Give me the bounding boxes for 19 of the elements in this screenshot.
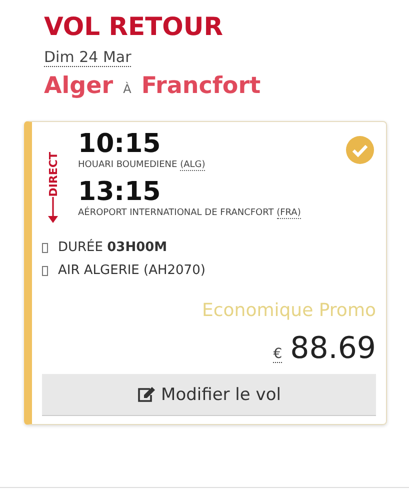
origin-city: Alger bbox=[44, 73, 114, 99]
flight-type-label: DIRECT bbox=[46, 152, 60, 197]
edit-icon bbox=[137, 386, 156, 402]
price: 88.69 bbox=[290, 331, 376, 366]
page-title: VOL RETOUR bbox=[44, 12, 224, 41]
route-connector: À bbox=[123, 82, 132, 96]
flight-detail: DURÉE 03H00M bbox=[58, 240, 168, 255]
arrow-down-icon bbox=[48, 196, 58, 223]
modify-flight-button[interactable]: Modifier le vol bbox=[42, 374, 376, 416]
flight-date: Dim 24 Mar bbox=[44, 49, 132, 67]
arrival-time: 13:15 bbox=[78, 176, 162, 207]
glyph-box-icon bbox=[42, 242, 48, 252]
glyph-box-icon bbox=[42, 266, 48, 276]
destination-city: Francfort bbox=[141, 73, 261, 99]
departure-time: 10:15 bbox=[78, 128, 162, 160]
fare-class: Economique Promo bbox=[202, 300, 376, 321]
arrival-airport: AÉROPORT INTERNATIONAL DE FRANCFORT (FRA) bbox=[78, 208, 301, 218]
flight-detail: AIR ALGERIE (AH2070) bbox=[58, 263, 206, 278]
departure-airport: HOUARI BOUMEDIENE (ALG) bbox=[78, 160, 206, 170]
